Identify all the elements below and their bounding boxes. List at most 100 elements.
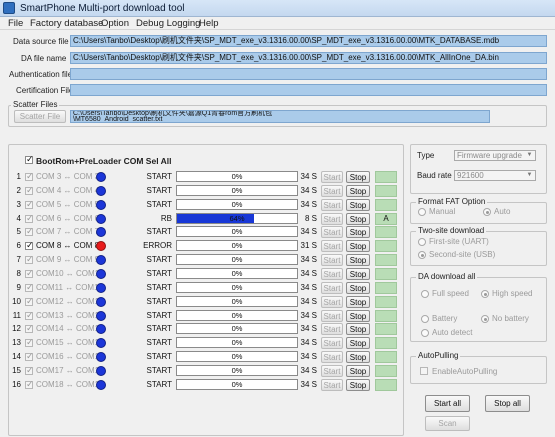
port-checkbox[interactable] xyxy=(25,323,34,334)
enable-auto-pulling-checkbox[interactable] xyxy=(420,367,428,375)
scan-button[interactable]: Scan xyxy=(425,416,470,431)
fat-manual-radio[interactable] xyxy=(418,208,426,216)
port-checkbox[interactable] xyxy=(25,185,34,196)
battery-radio[interactable] xyxy=(421,315,429,323)
scatter-file-button[interactable]: Scatter File xyxy=(14,110,66,123)
port-time: 34 S xyxy=(300,379,317,389)
main-panel: Data source file C:\Users\Tanbo\Desktop\… xyxy=(0,30,555,437)
port-checkbox[interactable] xyxy=(25,337,34,348)
port-stop-button[interactable]: Stop xyxy=(346,198,370,211)
port-result-cell xyxy=(375,295,397,308)
port-row-number: 4 xyxy=(16,213,21,223)
port-start-button[interactable]: Start xyxy=(321,351,343,364)
port-stop-button[interactable]: Stop xyxy=(346,351,370,364)
fat-auto-radio[interactable] xyxy=(483,208,491,216)
port-stop-button[interactable]: Stop xyxy=(346,226,370,239)
high-speed-radio[interactable] xyxy=(481,290,489,298)
port-row-number: 7 xyxy=(16,255,21,265)
port-checkbox[interactable] xyxy=(25,282,34,293)
port-stop-button[interactable]: Stop xyxy=(346,378,370,391)
port-progress-text: 64% xyxy=(229,213,245,223)
data-source-field[interactable]: C:\Users\Tanbo\Desktop\刷机文件夹\SP_MDT_exe_… xyxy=(70,35,547,47)
port-checkbox[interactable] xyxy=(25,240,34,251)
menu-option[interactable]: Option xyxy=(101,18,129,29)
port-checkbox[interactable] xyxy=(25,379,34,390)
port-stop-button[interactable]: Stop xyxy=(346,267,370,280)
port-checkbox[interactable] xyxy=(25,296,34,307)
port-start-button[interactable]: Start xyxy=(321,364,343,377)
port-progress-bar: 0% xyxy=(176,323,298,335)
auto-detect-radio[interactable] xyxy=(421,329,429,337)
port-status-text: START xyxy=(146,227,172,237)
battery-label: Battery xyxy=(432,314,458,323)
port-result-cell xyxy=(375,323,397,336)
port-stop-button[interactable]: Stop xyxy=(346,212,370,225)
port-stop-button[interactable]: Stop xyxy=(346,323,370,336)
enable-auto-pulling-label: EnableAutoPulling xyxy=(432,367,498,376)
port-checkbox[interactable] xyxy=(25,254,34,265)
port-time: 34 S xyxy=(300,310,317,320)
menu-debug-logging[interactable]: Debug Logging xyxy=(136,18,200,29)
port-start-button[interactable]: Start xyxy=(321,198,343,211)
port-progress-text: 0% xyxy=(231,324,243,334)
port-checkbox[interactable] xyxy=(25,226,34,237)
cert-file-field[interactable] xyxy=(70,84,547,96)
port-start-button[interactable]: Start xyxy=(321,240,343,253)
scatter-file-field[interactable]: C:\Users\Tanbo\Desktop\刷机文件夹\嘉源Q1青春rom官方… xyxy=(70,110,490,123)
port-label: COM12 ↔ COM12 xyxy=(36,296,104,306)
port-status-text: START xyxy=(146,324,172,334)
port-start-button[interactable]: Start xyxy=(321,184,343,197)
port-progress-bar: 0% xyxy=(176,295,298,307)
port-progress-bar: 0% xyxy=(176,281,298,293)
start-all-button[interactable]: Start all xyxy=(425,395,470,412)
port-stop-button[interactable]: Stop xyxy=(346,309,370,322)
menu-factory-database[interactable]: Factory database xyxy=(30,18,103,29)
stop-all-button[interactable]: Stop all xyxy=(485,395,530,412)
da-file-field[interactable]: C:\Users\Tanbo\Desktop\刷机文件夹\SP_MDT_exe_… xyxy=(70,52,547,64)
auth-file-field[interactable] xyxy=(70,68,547,80)
full-speed-label: Full speed xyxy=(432,289,469,298)
port-label: COM10 ↔ COM10 xyxy=(36,268,104,278)
port-start-button[interactable]: Start xyxy=(321,171,343,183)
port-start-button[interactable]: Start xyxy=(321,212,343,225)
port-start-button[interactable]: Start xyxy=(321,254,343,267)
full-speed-radio[interactable] xyxy=(421,290,429,298)
port-start-button[interactable]: Start xyxy=(321,295,343,308)
port-start-button[interactable]: Start xyxy=(321,323,343,336)
port-stop-button[interactable]: Stop xyxy=(346,240,370,253)
port-stop-button[interactable]: Stop xyxy=(346,337,370,350)
second-site-radio[interactable] xyxy=(418,251,426,259)
type-select[interactable]: Firmware upgrade ▼ xyxy=(454,150,536,161)
port-stop-button[interactable]: Stop xyxy=(346,295,370,308)
port-stop-button[interactable]: Stop xyxy=(346,364,370,377)
port-time: 34 S xyxy=(300,185,317,195)
bootrom-select-all-checkbox[interactable] xyxy=(25,154,34,165)
format-fat-title: Format FAT Option xyxy=(416,197,488,206)
port-checkbox[interactable] xyxy=(25,199,34,210)
port-checkbox[interactable] xyxy=(25,213,34,224)
port-stop-button[interactable]: Stop xyxy=(346,184,370,197)
port-start-button[interactable]: Start xyxy=(321,281,343,294)
port-start-button[interactable]: Start xyxy=(321,226,343,239)
port-stop-button[interactable]: Stop xyxy=(346,254,370,267)
port-start-button[interactable]: Start xyxy=(321,309,343,322)
port-checkbox[interactable] xyxy=(25,171,34,182)
port-stop-button[interactable]: Stop xyxy=(346,171,370,183)
menu-help[interactable]: Help xyxy=(199,18,219,29)
port-start-button[interactable]: Start xyxy=(321,337,343,350)
port-start-button[interactable]: Start xyxy=(321,267,343,280)
port-row: 5 COM 7 ↔ COM 7 START 0% 34 S StartStop xyxy=(0,225,400,239)
port-row: 1 COM 3 ↔ COM 3 START 0% 34 S StartStop xyxy=(0,170,400,184)
port-checkbox[interactable] xyxy=(25,310,34,321)
baud-rate-select-value: 921600 xyxy=(457,171,484,180)
port-checkbox[interactable] xyxy=(25,268,34,279)
port-start-button[interactable]: Start xyxy=(321,378,343,391)
port-stop-button[interactable]: Stop xyxy=(346,281,370,294)
baud-rate-select[interactable]: 921600 ▼ xyxy=(454,170,536,181)
first-site-radio[interactable] xyxy=(418,238,426,246)
menu-file[interactable]: File xyxy=(8,18,23,29)
no-battery-radio[interactable] xyxy=(481,315,489,323)
port-checkbox[interactable] xyxy=(25,351,34,362)
port-checkbox[interactable] xyxy=(25,365,34,376)
port-result-cell xyxy=(375,198,397,211)
